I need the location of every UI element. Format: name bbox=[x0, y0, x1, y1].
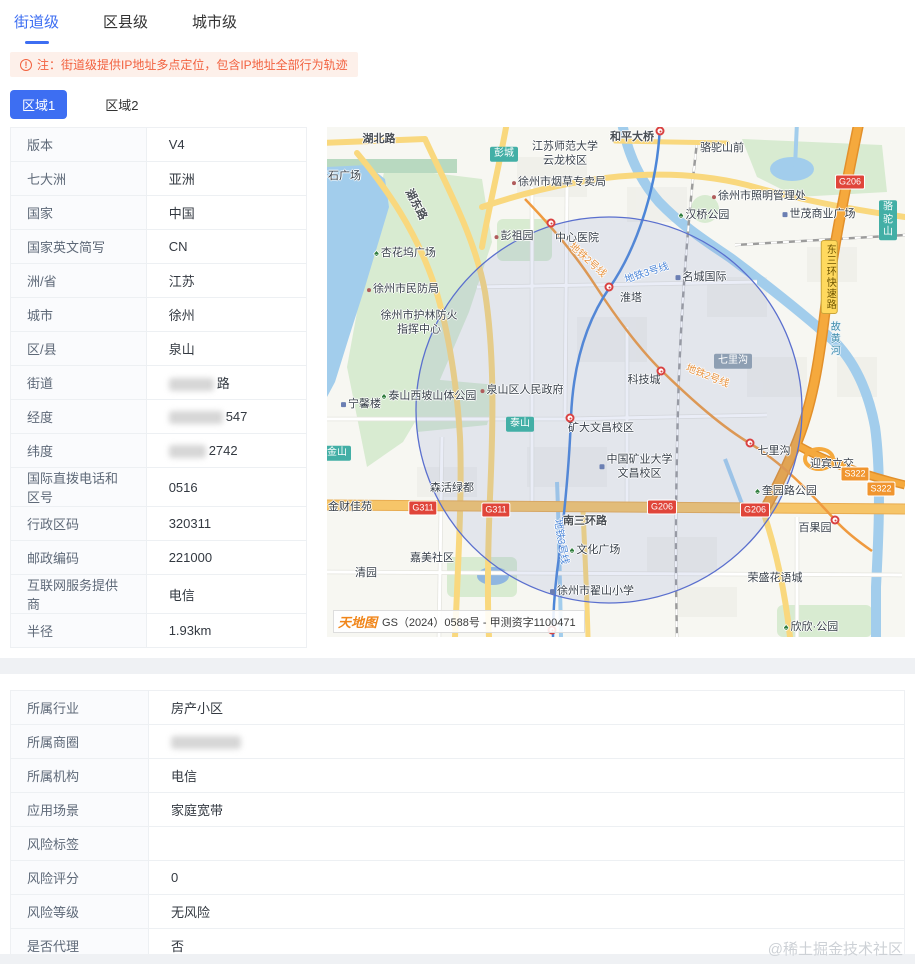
row-value: 江苏 bbox=[146, 264, 306, 298]
row-label: 风险标签 bbox=[11, 827, 149, 861]
row-value: 家庭宽带 bbox=[149, 793, 905, 827]
notice-bar: ! 注：街道级提供IP地址多点定位，包含IP地址全部行为轨迹 bbox=[10, 52, 358, 77]
row-label: 城市 bbox=[11, 298, 147, 332]
radius-circle bbox=[416, 217, 802, 603]
table-row: 版本V4 bbox=[11, 128, 307, 162]
tianditu-logo: 天地图 bbox=[338, 612, 377, 631]
row-label: 半径 bbox=[11, 614, 147, 648]
tab-区县级[interactable]: 区县级 bbox=[103, 11, 148, 44]
table-row: 洲/省江苏 bbox=[11, 264, 307, 298]
map-canvas[interactable]: 湖北路寿石广场彭城江苏师范大学 云龙校区徐州市烟草专卖局湖东路彭祖园中心医院♠杏… bbox=[327, 127, 905, 637]
watermark: @稀土掘金技术社区 bbox=[768, 938, 903, 959]
table-row: 经度547 bbox=[11, 400, 307, 434]
row-label: 国际直拨电话和区号 bbox=[11, 468, 147, 507]
redacted-value bbox=[169, 378, 214, 391]
table-row: 区/县泉山 bbox=[11, 332, 307, 366]
table-row: 七大洲亚洲 bbox=[11, 162, 307, 196]
row-label: 七大洲 bbox=[11, 162, 147, 196]
row-value: 1.93km bbox=[146, 614, 306, 648]
row-value: 221000 bbox=[146, 541, 306, 575]
metro-station-icon bbox=[746, 439, 755, 448]
row-label: 应用场景 bbox=[11, 793, 149, 827]
row-value: 0 bbox=[149, 861, 905, 895]
table-row: 纬度2742 bbox=[11, 434, 307, 468]
table-row: 邮政编码221000 bbox=[11, 541, 307, 575]
table-row: 国际直拨电话和区号0516 bbox=[11, 468, 307, 507]
row-label: 所属机构 bbox=[11, 759, 149, 793]
row-value: 0516 bbox=[146, 468, 306, 507]
row-value: 泉山 bbox=[146, 332, 306, 366]
row-label: 版本 bbox=[11, 128, 147, 162]
table-row: 半径1.93km bbox=[11, 614, 307, 648]
row-value: 路 bbox=[146, 366, 306, 400]
row-value: 320311 bbox=[146, 507, 306, 541]
content-row: 版本V4七大洲亚洲国家中国国家英文简写CN洲/省江苏城市徐州区/县泉山街道路经度… bbox=[10, 127, 905, 648]
notice-text: 注：街道级提供IP地址多点定位，包含IP地址全部行为轨迹 bbox=[37, 56, 348, 73]
tab-城市级[interactable]: 城市级 bbox=[192, 11, 237, 44]
row-label: 所属行业 bbox=[11, 691, 149, 725]
row-value: 中国 bbox=[146, 196, 306, 230]
page: 街道级 区县级 城市级 ! 注：街道级提供IP地址多点定位，包含IP地址全部行为轨迹… bbox=[0, 0, 915, 964]
info-icon: ! bbox=[20, 59, 32, 71]
row-value: 亚洲 bbox=[146, 162, 306, 196]
table-row: 街道路 bbox=[11, 366, 307, 400]
map-attribution: 天地图 GS（2024）0588号 - 甲测资字1100471 bbox=[333, 610, 585, 633]
table-row: 国家英文简写CN bbox=[11, 230, 307, 264]
row-label: 行政区码 bbox=[11, 507, 147, 541]
row-label: 街道 bbox=[11, 366, 147, 400]
region-button[interactable]: 区域2 bbox=[93, 90, 150, 119]
row-value: 房产小区 bbox=[149, 691, 905, 725]
row-value: 电信 bbox=[146, 575, 306, 614]
info-table: 版本V4七大洲亚洲国家中国国家英文简写CN洲/省江苏城市徐州区/县泉山街道路经度… bbox=[10, 127, 307, 648]
row-label: 邮政编码 bbox=[11, 541, 147, 575]
row-value: 547 bbox=[146, 400, 306, 434]
table-row: 国家中国 bbox=[11, 196, 307, 230]
row-value: 2742 bbox=[146, 434, 306, 468]
table-row: 互联网服务提供商电信 bbox=[11, 575, 307, 614]
table-row: 风险标签 bbox=[11, 827, 905, 861]
map-base-layer bbox=[327, 127, 905, 637]
table-row: 所属机构电信 bbox=[11, 759, 905, 793]
table-row: 风险等级无风险 bbox=[11, 895, 905, 929]
row-label: 经度 bbox=[11, 400, 147, 434]
row-value bbox=[149, 725, 905, 759]
region-button[interactable]: 区域1 bbox=[10, 90, 67, 119]
section-divider bbox=[0, 658, 915, 674]
redacted-value bbox=[171, 736, 241, 749]
metro-station-icon bbox=[566, 414, 575, 423]
tab-bar: 街道级 区县级 城市级 bbox=[0, 0, 915, 44]
row-label: 区/县 bbox=[11, 332, 147, 366]
table-row: 所属行业房产小区 bbox=[11, 691, 905, 725]
redacted-value bbox=[169, 445, 206, 458]
row-value: CN bbox=[146, 230, 306, 264]
table-row: 城市徐州 bbox=[11, 298, 307, 332]
redacted-value bbox=[169, 411, 223, 424]
row-label: 国家英文简写 bbox=[11, 230, 147, 264]
metro-station-icon bbox=[831, 516, 840, 525]
metro-station-icon bbox=[547, 219, 556, 228]
tab-街道级[interactable]: 街道级 bbox=[14, 11, 59, 44]
row-label: 风险等级 bbox=[11, 895, 149, 929]
detail-table: 所属行业房产小区所属商圈所属机构电信应用场景家庭宽带风险标签风险评分0风险等级无… bbox=[10, 690, 905, 964]
map-license-text: GS（2024）0588号 - 甲测资字1100471 bbox=[382, 614, 576, 630]
table-row: 所属商圈 bbox=[11, 725, 905, 759]
row-label: 风险评分 bbox=[11, 861, 149, 895]
row-value: 无风险 bbox=[149, 895, 905, 929]
metro-station-icon bbox=[656, 127, 665, 136]
metro-station-icon bbox=[605, 283, 614, 292]
row-value: 徐州 bbox=[146, 298, 306, 332]
row-label: 互联网服务提供商 bbox=[11, 575, 147, 614]
metro-station-icon bbox=[657, 367, 666, 376]
table-row: 风险评分0 bbox=[11, 861, 905, 895]
row-label: 洲/省 bbox=[11, 264, 147, 298]
row-value: 电信 bbox=[149, 759, 905, 793]
row-label: 纬度 bbox=[11, 434, 147, 468]
row-label: 国家 bbox=[11, 196, 147, 230]
table-row: 应用场景家庭宽带 bbox=[11, 793, 905, 827]
table-row: 行政区码320311 bbox=[11, 507, 307, 541]
region-switcher: 区域1 区域2 bbox=[10, 91, 915, 117]
row-label: 所属商圈 bbox=[11, 725, 149, 759]
row-value: V4 bbox=[146, 128, 306, 162]
row-value bbox=[149, 827, 905, 861]
